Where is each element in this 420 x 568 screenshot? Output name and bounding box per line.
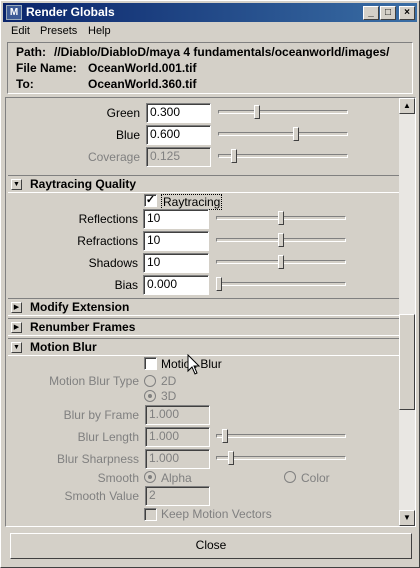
section-modify-extension[interactable]: ▶ Modify Extension xyxy=(8,298,399,316)
blue-field[interactable]: 0.600 xyxy=(146,125,211,145)
section-title: Raytracing Quality xyxy=(30,177,137,191)
blue-slider-handle[interactable] xyxy=(293,127,299,141)
collapse-triangle-icon[interactable]: ▶ xyxy=(11,302,22,313)
shadows-field[interactable]: 10 xyxy=(143,253,209,273)
section-title: Motion Blur xyxy=(30,340,97,354)
coverage-label: Coverage xyxy=(87,150,140,164)
menu-bar: Edit Presets Help xyxy=(3,23,417,41)
bias-label: Bias xyxy=(114,278,138,292)
smooth-label: Smooth xyxy=(97,471,139,485)
motion-blur-type-label: Motion Blur Type xyxy=(49,374,139,388)
smooth-value-label: Smooth Value xyxy=(64,489,140,503)
render-globals-window: M Render Globals _ □ × Edit Presets Help… xyxy=(0,0,420,568)
close-window-icon[interactable]: × xyxy=(399,6,415,20)
green-slider-track xyxy=(218,110,348,114)
section-title: Renumber Frames xyxy=(30,320,136,334)
radio-2d-label: 2D xyxy=(161,374,177,388)
green-slider-handle[interactable] xyxy=(254,105,260,119)
reflections-slider-handle[interactable] xyxy=(278,211,284,225)
keep-motion-vectors-checkbox[interactable] xyxy=(144,508,157,521)
maya-app-icon: M xyxy=(6,5,22,20)
collapse-triangle-icon[interactable]: ▶ xyxy=(11,322,22,333)
section-title: Modify Extension xyxy=(30,300,130,314)
attributes-scroll-area: Green 0.300 Blue 0.600 Coverage 0.125 ▼ … xyxy=(5,97,416,527)
radio-2d[interactable] xyxy=(144,375,156,387)
section-motion-blur[interactable]: ▼ Motion Blur xyxy=(8,338,399,356)
bias-slider-handle[interactable] xyxy=(216,277,222,291)
blur-sharpness-slider-track xyxy=(216,456,346,460)
keep-motion-vectors-label: Keep Motion Vectors xyxy=(161,507,272,521)
menu-edit[interactable]: Edit xyxy=(11,25,30,37)
radio-color[interactable] xyxy=(284,471,296,483)
window-title: Render Globals xyxy=(26,5,115,19)
green-label: Green xyxy=(106,106,140,120)
motion-blur-checkbox[interactable] xyxy=(144,357,157,370)
bias-slider-track xyxy=(216,282,346,286)
bias-field[interactable]: 0.000 xyxy=(143,275,209,295)
shadows-label: Shadows xyxy=(88,256,138,270)
scroll-up-icon[interactable]: ▲ xyxy=(399,98,415,114)
raytracing-checkbox-label: Raytracing xyxy=(161,194,223,210)
smooth-value-field[interactable]: 2 xyxy=(145,486,210,506)
reflections-label: Reflections xyxy=(78,212,138,226)
section-raytracing-quality[interactable]: ▼ Raytracing Quality xyxy=(8,175,399,193)
blur-length-slider-handle[interactable] xyxy=(222,429,228,443)
green-field[interactable]: 0.300 xyxy=(146,103,211,123)
blue-slider-track xyxy=(218,132,348,136)
minimize-icon[interactable]: _ xyxy=(363,6,379,20)
reflections-field[interactable]: 10 xyxy=(143,209,209,229)
raytracing-checkbox[interactable]: ✓ xyxy=(144,194,157,207)
scrollbar-thumb[interactable] xyxy=(399,314,415,410)
menu-help[interactable]: Help xyxy=(88,25,111,37)
radio-3d[interactable] xyxy=(144,390,156,402)
title-bar: M Render Globals _ □ × xyxy=(3,3,417,22)
to-label: To: xyxy=(16,77,34,91)
radio-3d-label: 3D xyxy=(161,389,177,403)
close-button[interactable]: Close xyxy=(10,533,412,559)
coverage-slider-handle[interactable] xyxy=(231,149,238,163)
radio-color-label: Color xyxy=(301,471,330,485)
blue-label: Blue xyxy=(115,128,140,142)
attributes-content: Green 0.300 Blue 0.600 Coverage 0.125 ▼ … xyxy=(6,98,399,526)
coverage-slider-track xyxy=(218,154,348,158)
file-name-value: OceanWorld.001.tif xyxy=(88,61,197,75)
blur-length-field[interactable]: 1.000 xyxy=(145,427,210,447)
maximize-icon[interactable]: □ xyxy=(380,6,396,20)
coverage-field[interactable]: 0.125 xyxy=(146,147,211,167)
blur-length-slider-track xyxy=(216,434,346,438)
refractions-label: Refractions xyxy=(77,234,138,248)
radio-alpha[interactable] xyxy=(144,471,156,483)
blur-by-frame-label: Blur by Frame xyxy=(63,408,139,422)
check-mark-icon: ✓ xyxy=(145,194,156,206)
to-value: OceanWorld.360.tif xyxy=(88,77,197,91)
shadows-slider-handle[interactable] xyxy=(278,255,284,269)
blur-sharpness-field[interactable]: 1.000 xyxy=(145,449,210,469)
expand-triangle-icon[interactable]: ▼ xyxy=(11,342,22,353)
radio-alpha-label: Alpha xyxy=(161,471,192,485)
menu-presets[interactable]: Presets xyxy=(40,25,77,37)
section-renumber-frames[interactable]: ▶ Renumber Frames xyxy=(8,318,399,336)
path-label: Path: xyxy=(16,45,46,59)
refractions-slider-handle[interactable] xyxy=(278,233,284,247)
vertical-scrollbar[interactable]: ▲ ▼ xyxy=(399,98,415,526)
expand-triangle-icon[interactable]: ▼ xyxy=(11,179,22,190)
blur-sharpness-slider-handle[interactable] xyxy=(228,451,234,465)
refractions-field[interactable]: 10 xyxy=(143,231,209,251)
blur-by-frame-field[interactable]: 1.000 xyxy=(145,405,210,425)
blur-length-label: Blur Length xyxy=(77,430,139,444)
path-value: //Diablo/DiabloD/maya 4 fundamentals/oce… xyxy=(54,45,390,59)
file-name-label: File Name: xyxy=(16,61,77,75)
mouse-pointer-icon xyxy=(187,354,201,375)
scroll-down-icon[interactable]: ▼ xyxy=(399,510,415,526)
blur-sharpness-label: Blur Sharpness xyxy=(56,452,139,466)
image-path-info: Path: //Diablo/DiabloD/maya 4 fundamenta… xyxy=(7,42,413,94)
